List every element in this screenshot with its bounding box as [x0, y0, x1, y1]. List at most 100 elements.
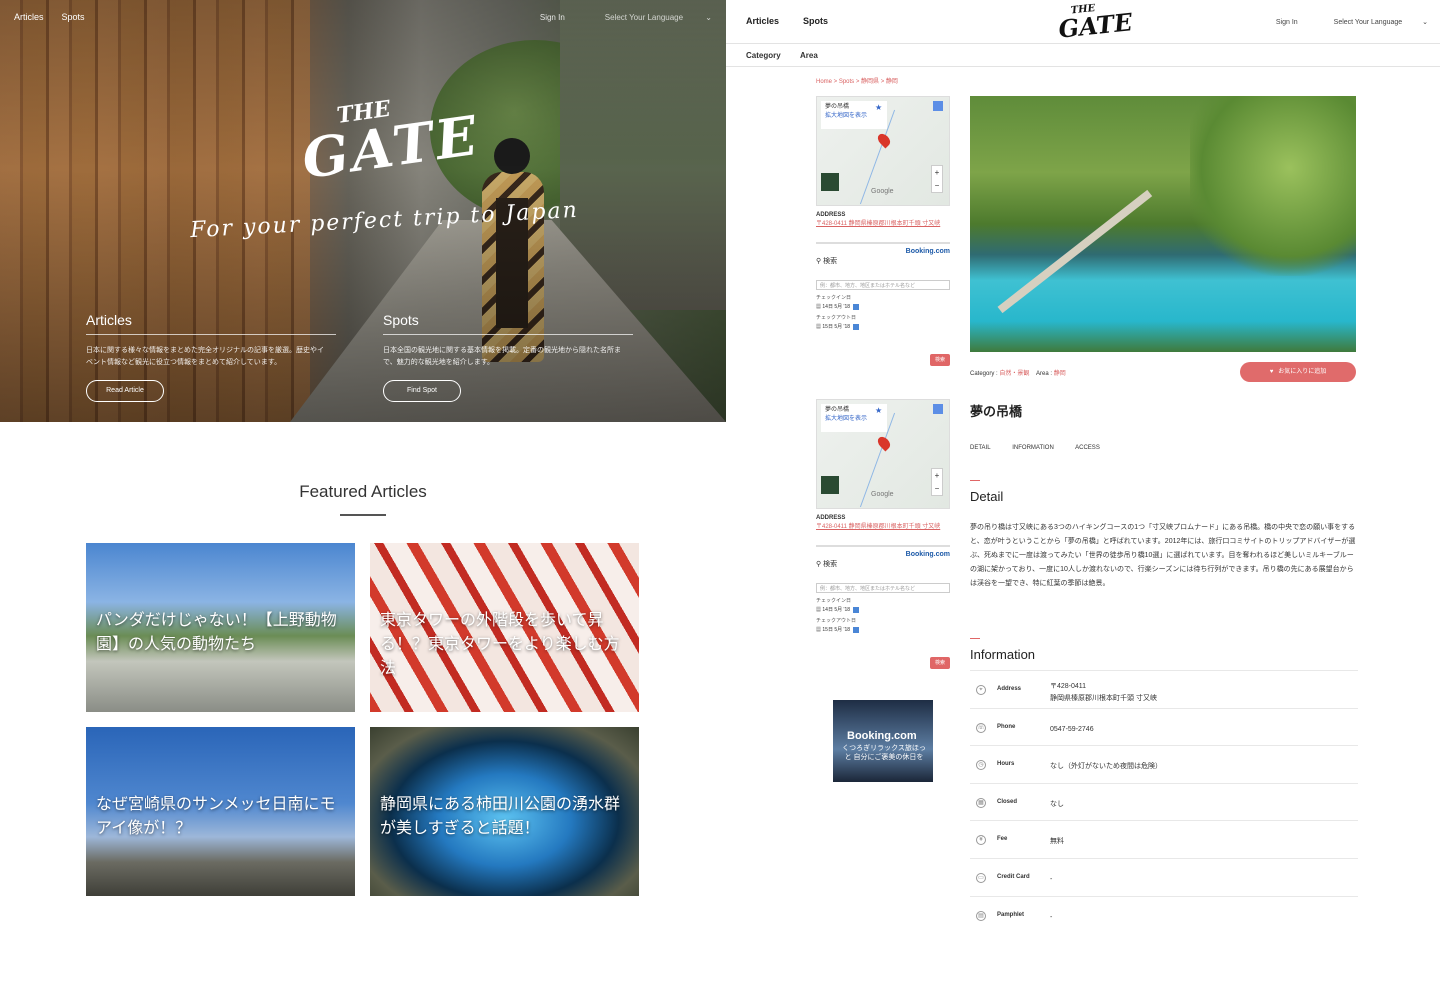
nav-spots[interactable]: Spots	[803, 16, 828, 26]
pamphlet-icon: ▤	[976, 910, 986, 921]
breadcrumb[interactable]: Home > Spots > 静岡県 > 静岡	[816, 76, 898, 85]
calendar-icon: ▦	[816, 304, 822, 310]
category-area-line: Category : 自然・景観 Area : 静岡	[970, 371, 1066, 377]
nav-spots[interactable]: Spots	[62, 12, 85, 22]
article-card-title: 東京タワーの外階段を歩いて昇る！？東京タワーをより楽しむ方法	[380, 612, 620, 677]
detail-header: Articles Spots THE GATE Sign In Select You…	[726, 0, 1440, 44]
article-card-title: パンダだけじゃない！【上野動物園】の人気の動物たち	[96, 612, 337, 653]
checkin-date[interactable]: ▦ 14日 5月 '18	[816, 303, 950, 310]
article-card[interactable]: 東京タワーの外階段を歩いて昇る！？東京タワーをより楽しむ方法	[370, 543, 639, 712]
articles-column-title: Articles	[86, 312, 132, 328]
sidebar-widget: 夢の吊橋 拡大地図を表示 ★ + − Google ADDRESS 〒428-041…	[816, 399, 950, 677]
booking-logo: Booking.com	[905, 551, 950, 558]
map-expand-link[interactable]: 拡大地図を表示	[825, 415, 883, 424]
info-row-closed: ▦ Closed なし	[970, 782, 1358, 821]
area-link[interactable]: 静岡	[1054, 371, 1066, 377]
map-zoom-control[interactable]: + −	[931, 165, 943, 193]
checkin-date[interactable]: ▦ 14日 5月 '18	[816, 606, 950, 613]
booking-destination-input[interactable]: 例：都市、地方、地区またはホテル名など	[816, 280, 950, 290]
nav-sign-in[interactable]: Sign In	[540, 13, 565, 22]
detail-subnav: Category Area	[726, 45, 1440, 67]
nav-articles[interactable]: Articles	[746, 16, 779, 26]
articles-column-text: 日本に関する様々な情報をまとめた完全オリジナルの記事を厳選。歴史やイベント情報な…	[86, 347, 324, 366]
article-card[interactable]: 静岡県にある柿田川公園の湧水群が美しすぎると話題！	[370, 727, 639, 896]
clock-icon: ◷	[976, 760, 986, 771]
home-page: Articles Spots Sign In Select Your Languag…	[0, 0, 726, 1008]
detail-heading: Detail	[970, 489, 1004, 504]
info-row-fee: ¥ Fee 無料	[970, 820, 1358, 858]
map-expand-link[interactable]: 拡大地図を表示	[825, 112, 883, 121]
address-link[interactable]: 〒428-0411 静岡県榛原郡川根本町千頭 寸又峡	[816, 523, 950, 531]
information-table: ⌖ Address 〒428-0411 静岡県榛原郡川根本町千頭 寸又峡 ☏ Phone…	[970, 670, 1358, 933]
featured-articles-title: Featured Articles	[299, 482, 427, 501]
credit-card-icon: ▭	[976, 872, 986, 883]
language-select[interactable]: Select Your Language ⌄	[1316, 19, 1428, 26]
sidebar-widget: 夢の吊橋 拡大地図を表示 ★ + − Google ADDRESS 〒428-041…	[816, 96, 950, 374]
subnav-area[interactable]: Area	[800, 51, 818, 60]
add-favorite-button[interactable]: ♥ お気に入りに追加	[1240, 362, 1356, 382]
directions-icon[interactable]	[933, 101, 943, 111]
booking-search-button[interactable]: 検索	[930, 657, 950, 669]
home-top-nav: Articles Spots Sign In Select Your Languag…	[14, 12, 712, 26]
satellite-toggle[interactable]	[821, 173, 839, 191]
star-icon[interactable]: ★	[875, 406, 882, 415]
find-spot-button[interactable]: Find Spot	[383, 380, 461, 402]
booking-logo: Booking.com	[905, 248, 950, 255]
category-link[interactable]: 自然・景観	[999, 371, 1029, 377]
map-pin-icon	[875, 131, 893, 149]
tab-access[interactable]: ACCESS	[1075, 445, 1100, 451]
booking-ad-banner[interactable]: Booking.com くつろぎリラックス旅ほっと 自分にご褒美の休日を	[833, 700, 933, 782]
search-icon: ⚲	[816, 258, 822, 265]
map-embed[interactable]: 夢の吊橋 拡大地図を表示 ★ + − Google	[816, 399, 950, 509]
google-logo: Google	[871, 188, 894, 195]
checkout-date[interactable]: ▦ 15日 5月 '18	[816, 626, 950, 633]
articles-column: Articles 日本に関する様々な情報をまとめた完全オリジナルの記事を厳選。歴…	[86, 312, 336, 369]
address-label: ADDRESS	[816, 212, 846, 218]
article-card[interactable]: パンダだけじゃない！【上野動物園】の人気の動物たち	[86, 543, 355, 712]
subnav-category[interactable]: Category	[746, 51, 781, 60]
address-link[interactable]: 〒428-0411 静岡県榛原郡川根本町千頭 寸又峡	[816, 220, 950, 228]
nav-articles[interactable]: Articles	[14, 12, 44, 22]
tab-detail[interactable]: DETAIL	[970, 445, 991, 451]
checkout-date[interactable]: ▦ 15日 5月 '18	[816, 323, 950, 330]
map-embed[interactable]: 夢の吊橋 拡大地図を表示 ★ + − Google	[816, 96, 950, 206]
article-card[interactable]: なぜ宮崎県のサンメッセ日南にモアイ像が！？	[86, 727, 355, 896]
spot-detail-page: Articles Spots THE GATE Sign In Select You…	[726, 0, 1440, 1008]
calendar-icon: ▦	[816, 324, 822, 330]
article-card-title: なぜ宮崎県のサンメッセ日南にモアイ像が！？	[96, 796, 336, 837]
info-row-address: ⌖ Address 〒428-0411 静岡県榛原郡川根本町千頭 寸又峡	[970, 670, 1358, 708]
yen-icon: ¥	[976, 835, 986, 846]
map-zoom-control[interactable]: + −	[931, 468, 943, 496]
phone-icon: ☏	[976, 722, 986, 733]
info-row-pamphlet: ▤ Pamphlet -	[970, 895, 1358, 934]
star-icon[interactable]: ★	[875, 103, 882, 112]
booking-destination-input[interactable]: 例：都市、地方、地区またはホテル名など	[816, 583, 950, 593]
map-pin-icon	[875, 434, 893, 452]
calendar-icon: ▦	[816, 607, 822, 613]
directions-icon[interactable]	[933, 404, 943, 414]
booking-widget: ⚲ 検索 Booking.com 例：都市、地方、地区またはホテル名など チェッ…	[816, 242, 950, 374]
calendar-icon: ▦	[816, 627, 822, 633]
pin-icon: ⌖	[976, 685, 986, 695]
tab-information[interactable]: INFORMATION	[1012, 445, 1054, 451]
spots-column-text: 日本全国の観光地に関する基本情報を掲載。定番の観光地から隠れた名所まで、魅力的な…	[383, 347, 621, 366]
hero-image: Articles Spots Sign In Select Your Languag…	[0, 0, 726, 422]
nav-sign-in[interactable]: Sign In	[1276, 19, 1298, 26]
booking-search-button[interactable]: 検索	[930, 354, 950, 366]
info-row-phone: ☏ Phone 0547-59-2746	[970, 707, 1358, 746]
header-logo[interactable]: THE GATE	[1056, 0, 1134, 44]
language-select[interactable]: Select Your Language ⌄	[585, 13, 712, 22]
chevron-down-icon: ⌄	[1422, 19, 1428, 26]
chevron-down-icon: ⌄	[705, 13, 712, 22]
composite-screenshot: Articles Spots Sign In Select Your Languag…	[0, 0, 1440, 1008]
spot-title: 夢の吊橋	[970, 404, 1023, 419]
section-tabs: DETAIL INFORMATION ACCESS	[970, 445, 1120, 451]
read-article-button[interactable]: Read Article	[86, 380, 164, 402]
info-row-hours: ◷ Hours なし（外灯がないため夜間は危険）	[970, 745, 1358, 783]
spots-column: Spots 日本全国の観光地に関する基本情報を掲載。定番の観光地から隠れた名所ま…	[383, 312, 633, 369]
satellite-toggle[interactable]	[821, 476, 839, 494]
google-logo: Google	[871, 491, 894, 498]
spots-column-title: Spots	[383, 312, 419, 328]
heart-icon: ♥	[1269, 369, 1274, 375]
address-label: ADDRESS	[816, 515, 846, 521]
